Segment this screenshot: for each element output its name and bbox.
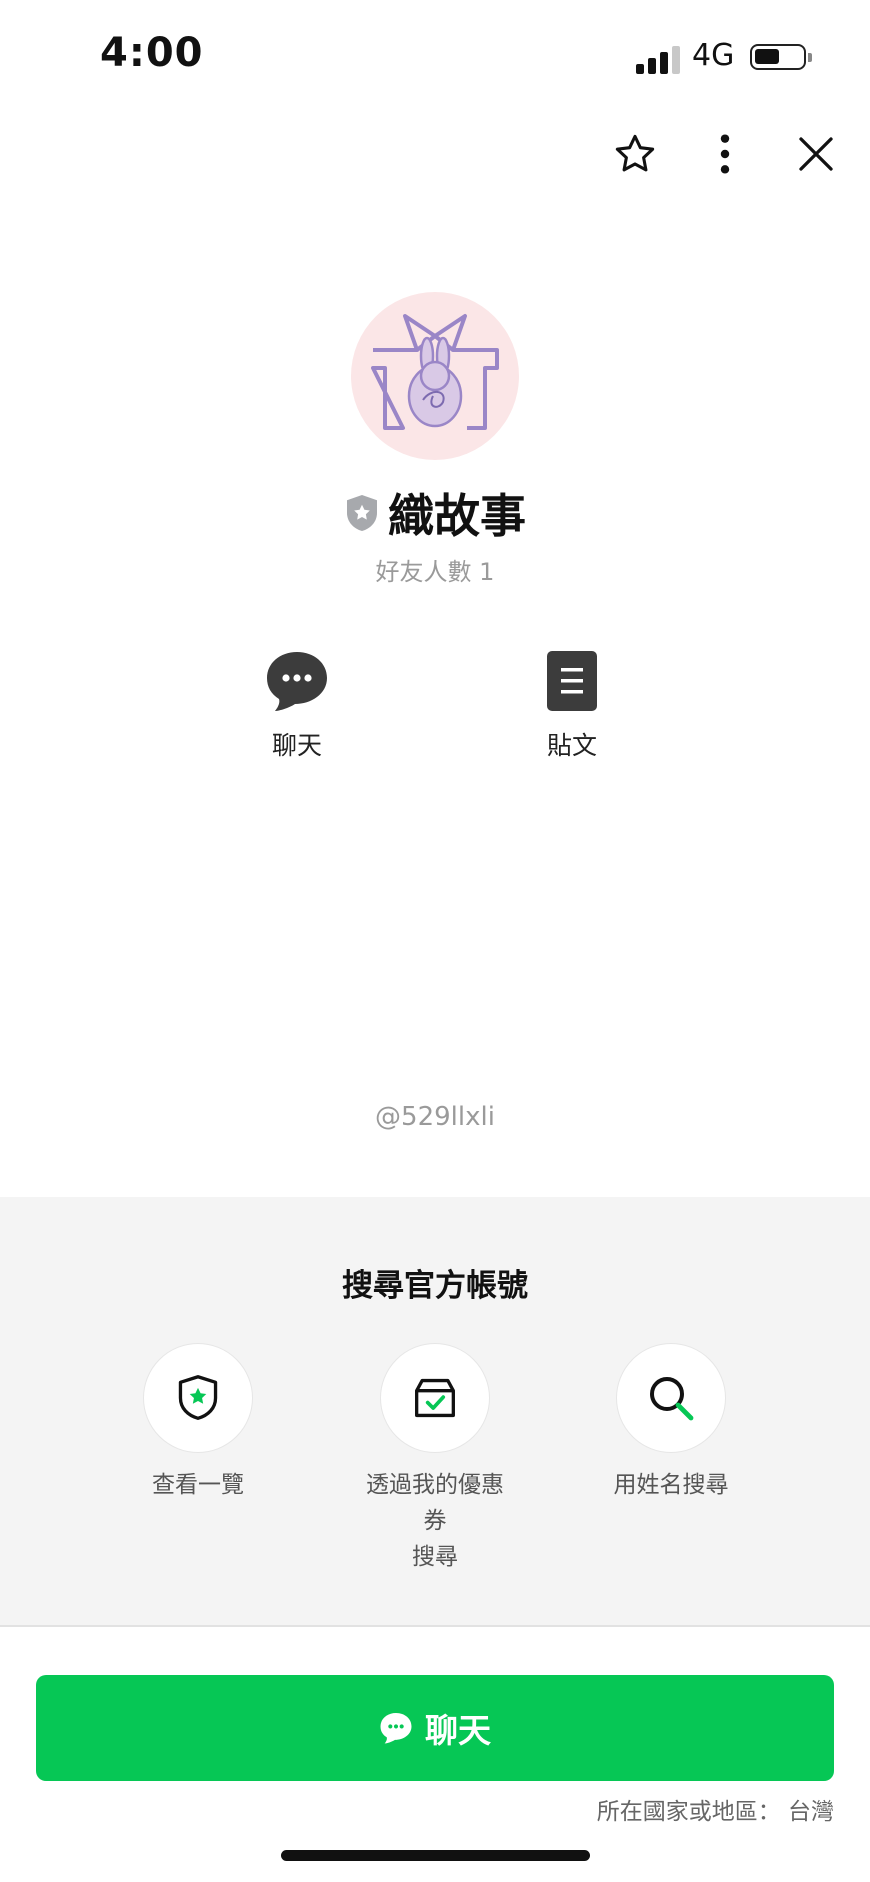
chat-bubble-icon bbox=[380, 1713, 412, 1744]
chat-action-button[interactable]: 聊天 bbox=[237, 650, 357, 762]
coupon-search-option[interactable]: 透過我的優惠 券 搜尋 bbox=[335, 1343, 535, 1575]
home-indicator[interactable] bbox=[281, 1850, 590, 1861]
network-label: 4G bbox=[692, 38, 735, 73]
chat-button-label: 聊天 bbox=[425, 1711, 491, 1750]
gift-rabbit-logo bbox=[371, 314, 499, 430]
profile-name: 織故事 bbox=[388, 489, 526, 543]
region-label: 所在國家或地區： 台灣 bbox=[596, 1799, 834, 1825]
more-vertical-icon[interactable] bbox=[697, 126, 753, 182]
search-icon bbox=[650, 1377, 694, 1421]
post-action-label: 貼文 bbox=[546, 731, 597, 760]
status-time: 4:00 bbox=[100, 30, 204, 76]
chat-action-label: 聊天 bbox=[271, 731, 322, 760]
star-icon[interactable] bbox=[607, 126, 663, 182]
signal-icon bbox=[636, 44, 684, 74]
post-action-button[interactable]: 貼文 bbox=[512, 650, 632, 762]
chat-bubble-icon bbox=[267, 652, 327, 711]
shield-star-icon bbox=[178, 1375, 218, 1420]
coupon-box-icon bbox=[415, 1378, 455, 1418]
profile-name-row: 織故事 bbox=[0, 480, 870, 546]
name-search-label: 用姓名搜尋 bbox=[613, 1472, 729, 1498]
profile-avatar[interactable] bbox=[351, 292, 519, 460]
verified-badge-icon bbox=[347, 495, 377, 531]
chat-button[interactable]: 聊天 bbox=[36, 1675, 834, 1781]
search-section-title: 搜尋官方帳號 bbox=[342, 1268, 528, 1304]
close-icon[interactable] bbox=[788, 126, 844, 182]
account-handle: @529llxli bbox=[375, 1102, 495, 1132]
friend-count: 好友人數 1 bbox=[375, 558, 495, 586]
post-document-icon bbox=[547, 651, 597, 711]
view-list-option[interactable]: 查看一覽 bbox=[98, 1343, 298, 1503]
view-list-label: 查看一覽 bbox=[152, 1472, 244, 1498]
name-search-option[interactable]: 用姓名搜尋 bbox=[571, 1343, 771, 1503]
battery-icon bbox=[750, 44, 812, 70]
coupon-search-label: 透過我的優惠 券 搜尋 bbox=[366, 1472, 504, 1570]
